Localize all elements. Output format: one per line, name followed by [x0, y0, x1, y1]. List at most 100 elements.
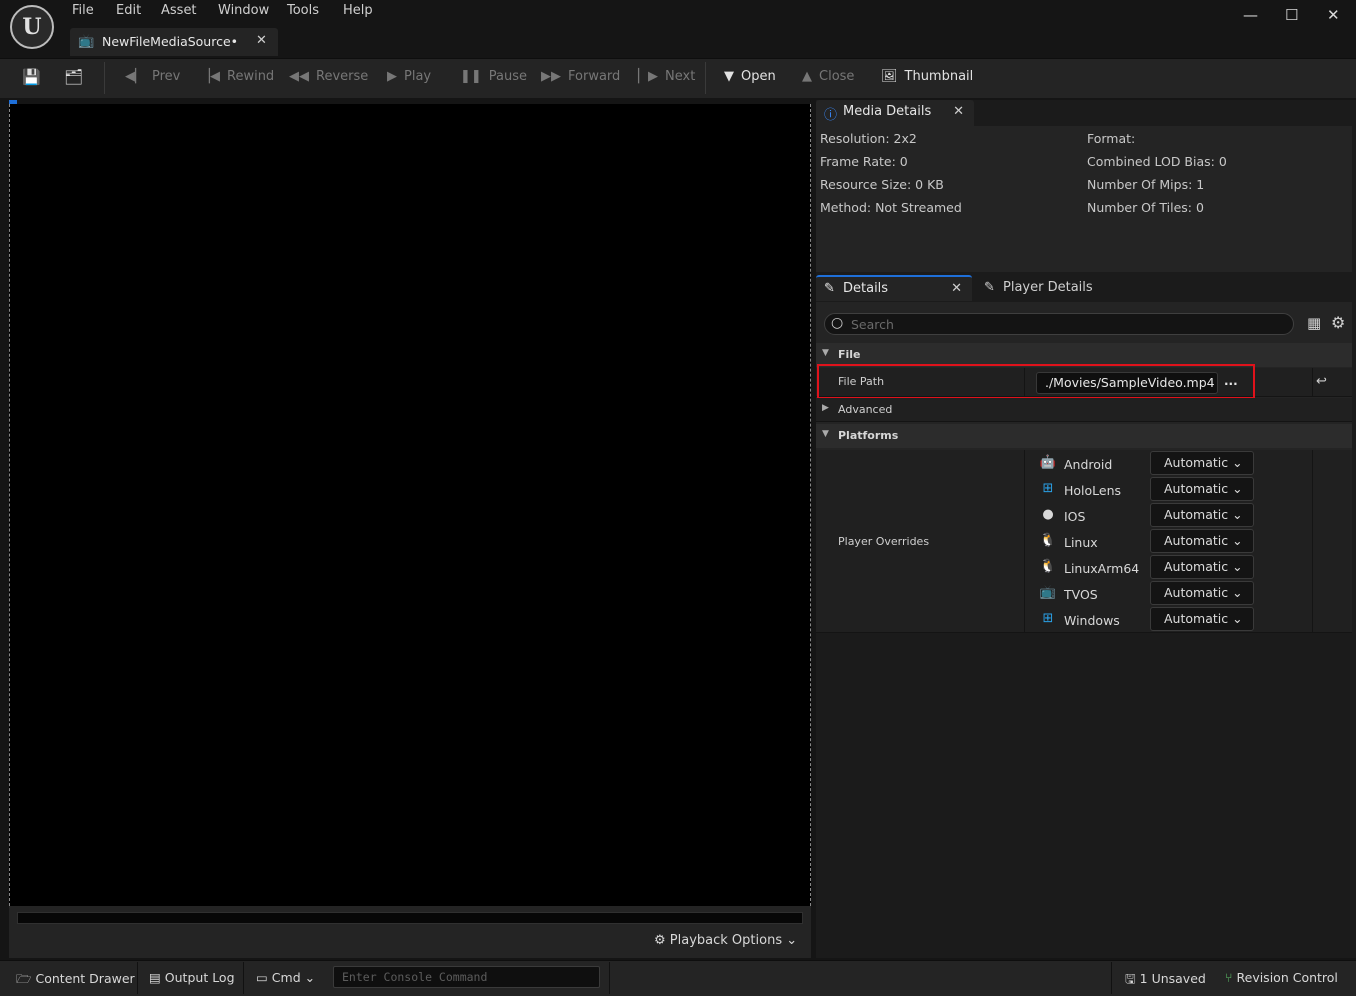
- timeline-scrubber[interactable]: [17, 912, 803, 924]
- platform-player-dropdown[interactable]: Automatic ⌄: [1150, 477, 1254, 501]
- settings-gear-icon[interactable]: ⚙: [1331, 313, 1345, 332]
- status-divider: [609, 962, 610, 994]
- platform-player-dropdown[interactable]: Automatic ⌄: [1150, 607, 1254, 631]
- menu-tools[interactable]: Tools: [287, 3, 319, 18]
- close-media-label: Close: [819, 69, 855, 84]
- platform-player-dropdown[interactable]: Automatic ⌄: [1150, 581, 1254, 605]
- platform-player-dropdown[interactable]: Automatic ⌄: [1150, 503, 1254, 527]
- console-command-box[interactable]: [333, 966, 600, 988]
- content-drawer-icon: 🗁: [16, 971, 32, 986]
- platform-name: IOS: [1064, 509, 1086, 524]
- dropdown-value: Automatic: [1164, 559, 1229, 574]
- close-media-button[interactable]: ▲ Close: [802, 69, 854, 84]
- dropdown-value: Automatic: [1164, 481, 1229, 496]
- pause-icon: ❚❚: [460, 69, 482, 84]
- revision-control-button[interactable]: ⑂ Revision Control: [1225, 970, 1338, 985]
- collapse-arrow-icon: ▶: [822, 403, 829, 413]
- section-file-label: File: [838, 348, 861, 361]
- eject-icon: ▲: [802, 69, 812, 84]
- platform-player-dropdown[interactable]: Automatic ⌄: [1150, 555, 1254, 579]
- table-view-icon[interactable]: ▦: [1307, 314, 1321, 332]
- cmd-dropdown[interactable]: ▭ Cmd ⌄: [256, 970, 315, 985]
- prev-button[interactable]: ◀▏ Prev: [125, 69, 180, 84]
- playback-options-label: Playback Options: [669, 933, 783, 948]
- output-log-button[interactable]: ▤ Output Log: [149, 970, 235, 985]
- linux-icon: 🐧: [1039, 559, 1057, 574]
- stat-lod-bias: Combined LOD Bias: 0: [1087, 154, 1227, 169]
- forward-icon: ▶▶: [541, 69, 561, 84]
- forward-button[interactable]: ▶▶ Forward: [541, 69, 620, 84]
- reverse-button[interactable]: ◀◀ Reverse: [289, 69, 368, 84]
- maximize-icon[interactable]: ☐: [1285, 6, 1298, 24]
- apple-icon: ●: [1042, 507, 1054, 522]
- advanced-row[interactable]: [816, 398, 1352, 422]
- console-input[interactable]: [342, 969, 592, 985]
- unsaved-label: 1 Unsaved: [1139, 971, 1206, 986]
- open-button[interactable]: ▼ Open: [724, 69, 776, 84]
- chevron-down-icon: ⌄: [304, 970, 316, 985]
- android-icon: 🤖: [1039, 455, 1057, 470]
- browse-asset-icon[interactable]: 🗂: [64, 68, 83, 86]
- chevron-down-icon: ⌄: [1232, 611, 1243, 626]
- tab-media-details[interactable]: ⓘ Media Details ✕: [816, 100, 974, 126]
- next-button[interactable]: ▏▶ Next: [638, 69, 695, 84]
- close-window-icon[interactable]: ✕: [1327, 6, 1340, 24]
- toolbar-divider: [705, 62, 706, 94]
- close-tab-icon[interactable]: ✕: [953, 104, 964, 119]
- revision-control-label: Revision Control: [1236, 970, 1338, 985]
- play-button[interactable]: ▶ Play: [387, 69, 431, 84]
- platform-name: HoloLens: [1064, 483, 1122, 498]
- status-divider: [137, 962, 138, 994]
- stat-method: Method: Not Streamed: [820, 200, 962, 215]
- platform-name: LinuxArm64: [1064, 561, 1140, 576]
- unsaved-button[interactable]: 🖫 1 Unsaved: [1125, 970, 1206, 991]
- pause-button[interactable]: ❚❚ Pause: [460, 69, 527, 84]
- dropdown-value: Automatic: [1164, 507, 1229, 522]
- minimize-icon[interactable]: —: [1243, 6, 1258, 24]
- unreal-logo-icon[interactable]: U: [10, 5, 54, 49]
- search-box[interactable]: ○: [824, 313, 1294, 335]
- status-divider: [243, 962, 244, 994]
- platform-player-dropdown[interactable]: Automatic ⌄: [1150, 529, 1254, 553]
- pencil-icon: ✎: [984, 280, 995, 295]
- section-platforms[interactable]: ▼ Platforms: [816, 424, 1352, 448]
- chevron-down-icon: ⌄: [1232, 481, 1243, 496]
- content-drawer-button[interactable]: 🗁 Content Drawer: [16, 970, 135, 991]
- player-overrides-label: Player Overrides: [838, 535, 930, 548]
- rewind-button[interactable]: ▕◀ Rewind: [200, 69, 274, 84]
- menu-edit[interactable]: Edit: [116, 3, 141, 18]
- status-divider: [1111, 962, 1112, 994]
- playback-options-button[interactable]: ⚙ Playback Options ⌄: [654, 933, 797, 948]
- next-label: Next: [665, 69, 696, 84]
- terminal-icon: ▭: [256, 970, 268, 985]
- stat-tiles: Number Of Tiles: 0: [1087, 200, 1204, 215]
- search-icon: ○: [831, 315, 844, 331]
- chevron-down-icon: ⌄: [1232, 455, 1243, 470]
- pencil-icon: ✎: [824, 281, 835, 296]
- menu-help[interactable]: Help: [343, 3, 373, 18]
- menu-file[interactable]: File: [72, 3, 94, 18]
- close-tab-icon[interactable]: ✕: [951, 281, 962, 296]
- menu-asset[interactable]: Asset: [161, 3, 197, 18]
- platform-player-dropdown[interactable]: Automatic ⌄: [1150, 451, 1254, 475]
- tab-player-details[interactable]: ✎ Player Details: [976, 276, 1136, 302]
- stat-resource-size: Resource Size: 0 KB: [820, 177, 944, 192]
- open-label: Open: [741, 69, 776, 84]
- tab-details-label: Details: [843, 281, 889, 296]
- tab-player-details-label: Player Details: [1003, 280, 1093, 295]
- menu-window[interactable]: Window: [218, 3, 269, 18]
- rewind-label: Rewind: [227, 69, 275, 84]
- close-tab-icon[interactable]: ✕: [256, 33, 267, 48]
- play-label: Play: [404, 69, 432, 84]
- document-tab[interactable]: 📺 NewFileMediaSource• ✕: [70, 28, 278, 56]
- next-icon: ▏▶: [638, 69, 658, 84]
- thumbnail-button[interactable]: 🖼 Thumbnail: [881, 69, 973, 84]
- platform-name: Windows: [1064, 613, 1120, 628]
- tab-details[interactable]: ✎ Details ✕: [816, 275, 972, 301]
- media-viewport[interactable]: [9, 104, 811, 906]
- stat-mips: Number Of Mips: 1: [1087, 177, 1205, 192]
- search-input[interactable]: [851, 316, 1281, 332]
- save-icon[interactable]: 💾: [22, 68, 41, 86]
- reset-arrow-icon[interactable]: ↩: [1316, 374, 1327, 389]
- forward-label: Forward: [568, 69, 621, 84]
